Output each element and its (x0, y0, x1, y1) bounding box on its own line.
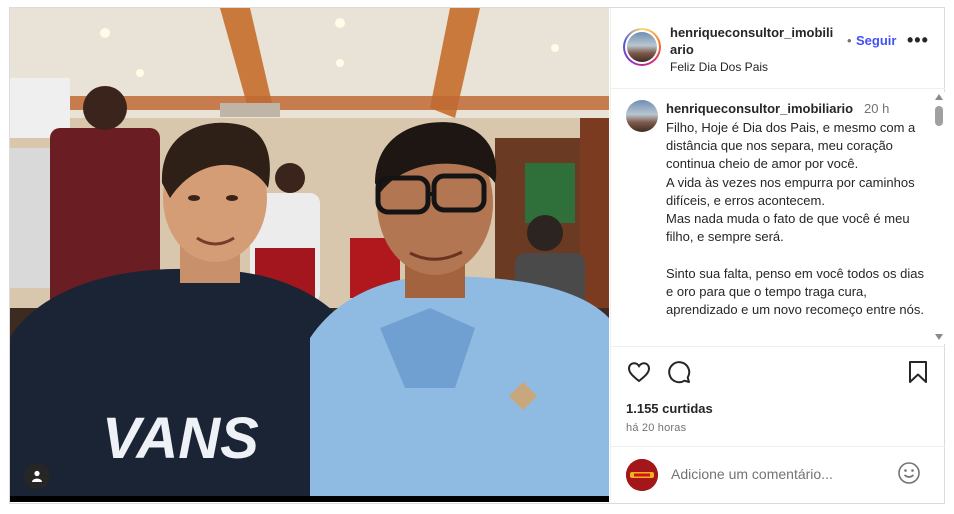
post-header: henriqueconsultor_imobili ario • Seguir … (611, 8, 945, 89)
scroll-down-icon[interactable] (935, 334, 943, 340)
scroll-thumb[interactable] (935, 106, 943, 126)
caption-area: henriqueconsultor_imobiliario 20 h Filho… (611, 89, 933, 345)
comment-icon[interactable] (667, 360, 691, 389)
heart-icon[interactable] (627, 360, 651, 389)
scroll-up-icon[interactable] (935, 94, 943, 100)
caption-scrollbar[interactable] (933, 92, 945, 344)
post-location[interactable]: Feliz Dia Dos Pais (670, 60, 768, 74)
emoji-icon[interactable] (897, 461, 921, 490)
photo-illustration: VANS (10, 8, 609, 496)
post-image[interactable]: VANS (10, 8, 609, 496)
action-bar: 1.155 curtidas há 20 horas (611, 346, 945, 457)
caption-avatar[interactable] (626, 100, 658, 132)
comment-input[interactable] (671, 464, 891, 484)
post-side-panel: henriqueconsultor_imobili ario • Seguir … (610, 8, 945, 503)
profile-username[interactable]: henriqueconsultor_imobili ario (670, 24, 848, 58)
post-age[interactable]: há 20 horas (626, 422, 686, 434)
caption-text: Filho, Hoje é Dia dos Pais, e mesmo com … (666, 120, 924, 318)
bookmark-icon[interactable] (907, 360, 929, 389)
vans-logo: VANS (102, 406, 259, 471)
image-bottom-edge (10, 496, 609, 502)
tagged-users-button[interactable] (24, 463, 50, 489)
current-user-avatar (626, 459, 658, 491)
story-ring[interactable] (623, 28, 661, 66)
username-line-2[interactable]: ario (670, 42, 694, 57)
caption-timestamp[interactable]: 20 h (864, 101, 889, 116)
username-line-1[interactable]: henriqueconsultor_imobili (670, 25, 833, 40)
likes-count[interactable]: 1.155 curtidas (626, 401, 713, 416)
follow-button[interactable]: Seguir (856, 33, 896, 48)
more-options-icon[interactable]: ••• (907, 30, 929, 51)
comment-bar (611, 446, 945, 503)
profile-avatar[interactable] (627, 32, 657, 62)
person-icon (32, 470, 42, 482)
separator-dot: • (847, 33, 852, 48)
caption-username[interactable]: henriqueconsultor_imobiliario (666, 101, 853, 116)
